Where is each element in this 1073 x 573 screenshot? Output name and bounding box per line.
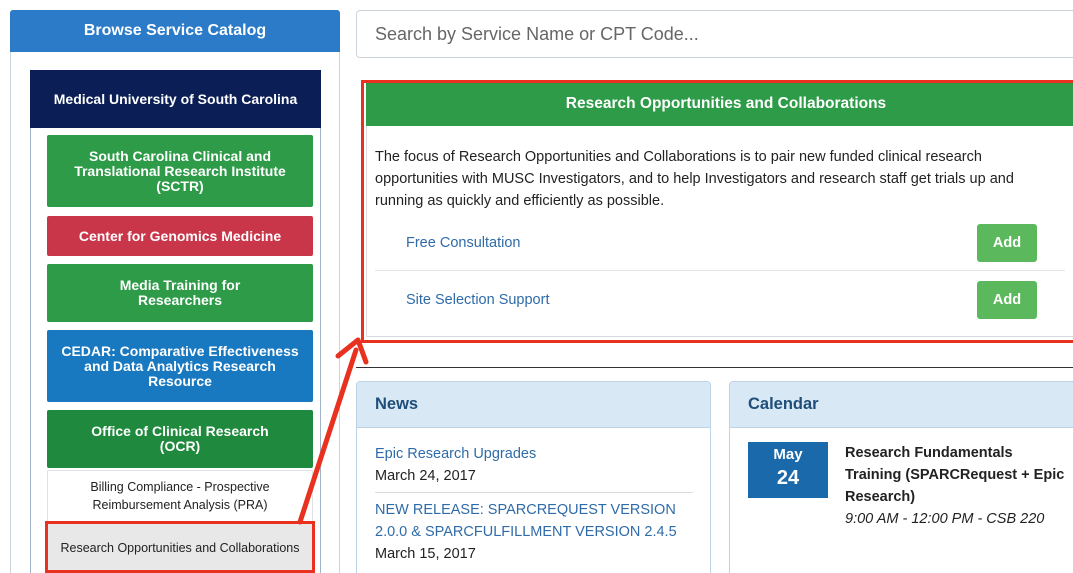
news-header: News <box>357 382 710 428</box>
service-panel-title: Research Opportunities and Collaboration… <box>565 95 887 112</box>
org-item-sctr[interactable]: South Carolina Clinical and Translationa… <box>47 135 313 207</box>
org-root-musc[interactable]: Medical University of South Carolina <box>30 70 321 128</box>
service-link-free-consultation[interactable]: Free Consultation <box>406 235 520 251</box>
browse-catalog-title: Browse Service Catalog <box>83 22 267 39</box>
service-description: The focus of Research Opportunities and … <box>375 149 1014 209</box>
section-divider <box>356 367 1073 368</box>
browse-catalog-header: Browse Service Catalog <box>10 10 340 52</box>
calendar-event[interactable]: Research Fundamentals Training (SPARCReq… <box>845 442 1065 530</box>
service-row: Site Selection Support Add <box>375 273 1065 327</box>
news-item: Epic Research Upgrades March 24, 2017 <box>375 443 693 487</box>
org-item-genomics[interactable]: Center for Genomics Medicine <box>47 216 313 256</box>
sub-item-label: Billing Compliance - Prospective Reimbur… <box>90 480 270 512</box>
calendar-event-title: Research Fundamentals Training (SPARCReq… <box>845 445 1065 505</box>
org-item-label: Center for Genomics Medicine <box>78 227 282 244</box>
sub-item-label: Research Opportunities and Collaboration… <box>60 541 300 555</box>
sub-item-billing-compliance[interactable]: Billing Compliance - Prospective Reimbur… <box>47 470 313 522</box>
sub-item-research-opportunities[interactable]: Research Opportunities and Collaboration… <box>47 524 313 572</box>
calendar-card: Calendar May 24 Research Fundamentals Tr… <box>729 381 1073 573</box>
calendar-event-time: 9:00 AM - 12:00 PM - CSB 220 <box>845 511 1045 527</box>
calendar-month: May <box>773 446 803 463</box>
service-row: Free Consultation Add <box>375 216 1065 270</box>
add-button-site-selection[interactable]: Add <box>977 281 1037 319</box>
org-item-media-training[interactable]: Media Training for Researchers <box>47 264 313 322</box>
news-card: News Epic Research Upgrades March 24, 20… <box>356 381 711 573</box>
org-item-cedar[interactable]: CEDAR: Comparative Effectiveness and Dat… <box>47 330 313 402</box>
calendar-header: Calendar <box>730 382 1073 428</box>
org-item-label: South Carolina Clinical and Translationa… <box>74 147 286 194</box>
news-divider <box>375 492 693 493</box>
search-box[interactable] <box>356 10 1073 58</box>
news-date: March 24, 2017 <box>375 468 476 484</box>
news-date: March 15, 2017 <box>375 546 476 562</box>
search-input[interactable] <box>375 23 1073 45</box>
org-item-label: CEDAR: Comparative Effectiveness and Dat… <box>61 342 299 389</box>
service-link-site-selection[interactable]: Site Selection Support <box>406 292 549 308</box>
org-item-label: Office of Clinical Research (OCR) <box>91 423 269 454</box>
org-item-ocr[interactable]: Office of Clinical Research (OCR) <box>47 410 313 468</box>
org-root-label: Medical University of South Carolina <box>53 91 298 107</box>
calendar-day: 24 <box>776 467 800 489</box>
news-link[interactable]: Epic Research Upgrades <box>375 443 693 465</box>
add-button-free-consultation[interactable]: Add <box>977 224 1037 262</box>
calendar-date-badge: May 24 <box>748 442 828 498</box>
news-link[interactable]: NEW RELEASE: SPARCREQUEST VERSION 2.0.0 … <box>375 499 693 543</box>
org-item-label: Media Training for Researchers <box>119 277 241 308</box>
row-divider <box>375 270 1065 271</box>
news-item: NEW RELEASE: SPARCREQUEST VERSION 2.0.0 … <box>375 499 693 565</box>
service-panel-header: Research Opportunities and Collaboration… <box>366 82 1073 126</box>
